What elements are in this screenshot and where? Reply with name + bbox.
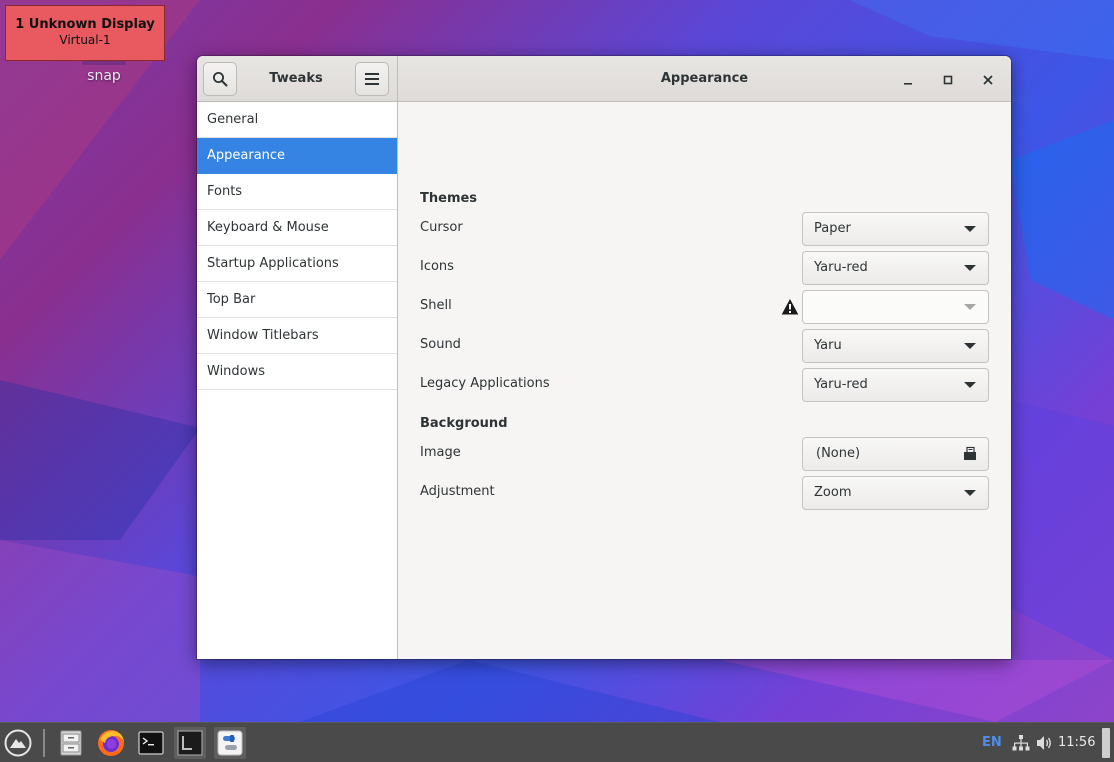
appearance-panel: Themes Cursor Paper Icons Yaru-red Shell…	[398, 102, 1011, 659]
image-label: Image	[420, 445, 461, 460]
chevron-down-icon	[964, 382, 976, 388]
legacy-applications-combo[interactable]: Yaru-red	[802, 368, 989, 402]
tweaks-window: Tweaks Appearance General Appearance Fon…	[197, 56, 1011, 659]
cursor-label: Cursor	[420, 220, 463, 235]
sound-combo[interactable]: Yaru	[802, 329, 989, 363]
close-icon	[983, 75, 993, 85]
warning-icon	[781, 299, 799, 315]
maximize-icon	[943, 75, 953, 85]
adjustment-combo[interactable]: Zoom	[802, 476, 989, 510]
terminal-window-task[interactable]	[174, 727, 206, 759]
sound-value: Yaru	[814, 338, 842, 353]
sidebar-item-window-titlebars[interactable]: Window Titlebars	[197, 318, 397, 354]
network-indicator[interactable]	[1010, 727, 1032, 759]
sidebar-item-startup-applications[interactable]: Startup Applications	[197, 246, 397, 282]
background-heading: Background	[420, 416, 508, 431]
terminal-icon	[138, 731, 164, 755]
legacy-applications-value: Yaru-red	[814, 377, 868, 392]
app-menu-icon	[4, 729, 32, 757]
hamburger-menu-icon	[365, 73, 379, 85]
volume-indicator[interactable]	[1033, 727, 1055, 759]
close-button[interactable]	[976, 68, 1000, 92]
chevron-down-icon	[964, 304, 976, 310]
tweaks-window-task[interactable]	[214, 727, 246, 759]
chevron-down-icon	[964, 490, 976, 496]
chevron-down-icon	[964, 226, 976, 232]
network-icon	[1012, 735, 1030, 751]
keyboard-layout-indicator[interactable]: EN	[982, 723, 1002, 762]
legacy-applications-label: Legacy Applications	[420, 376, 550, 391]
terminal-window-icon	[177, 730, 203, 756]
sidebar-item-appearance[interactable]: Appearance	[197, 138, 397, 174]
cursor-value: Paper	[814, 221, 851, 236]
image-file-chooser[interactable]: (None)	[802, 437, 989, 471]
minimize-button[interactable]	[896, 68, 920, 92]
volume-icon	[1037, 736, 1051, 750]
desktop-icon-label[interactable]: snap	[74, 68, 134, 84]
display-label-title: 1 Unknown Display	[15, 17, 155, 32]
icons-combo[interactable]: Yaru-red	[802, 251, 989, 285]
sidebar-item-windows[interactable]: Windows	[197, 354, 397, 390]
clock[interactable]: 11:56	[1058, 723, 1095, 762]
sidebar-title: Tweaks	[269, 71, 323, 86]
minimize-icon	[904, 83, 912, 85]
search-icon	[213, 72, 228, 87]
shell-combo[interactable]	[802, 290, 989, 324]
sidebar-item-keyboard-mouse[interactable]: Keyboard & Mouse	[197, 210, 397, 246]
chevron-down-icon	[964, 343, 976, 349]
taskbar-separator	[43, 729, 45, 757]
search-button[interactable]	[203, 62, 237, 96]
snap-folder-icon[interactable]	[82, 61, 126, 65]
display-label: 1 Unknown Display Virtual-1	[5, 5, 165, 61]
firefox-launcher[interactable]	[95, 727, 127, 759]
cursor-combo[interactable]: Paper	[802, 212, 989, 246]
themes-heading: Themes	[420, 191, 478, 206]
icons-label: Icons	[420, 259, 454, 274]
chevron-down-icon	[964, 265, 976, 271]
adjustment-label: Adjustment	[420, 484, 495, 499]
shell-label: Shell	[420, 298, 452, 313]
document-open-icon	[964, 446, 976, 460]
sidebar-header: Tweaks	[197, 56, 398, 102]
sound-label: Sound	[420, 337, 461, 352]
menu-button[interactable]	[355, 62, 389, 96]
file-manager-launcher[interactable]	[55, 727, 87, 759]
image-value: (None)	[816, 446, 861, 461]
taskbar: EN 11:56	[0, 722, 1114, 762]
firefox-icon	[98, 730, 124, 756]
icons-value: Yaru-red	[814, 260, 868, 275]
maximize-button[interactable]	[936, 68, 960, 92]
sidebar-item-fonts[interactable]: Fonts	[197, 174, 397, 210]
sidebar-item-top-bar[interactable]: Top Bar	[197, 282, 397, 318]
adjustment-value: Zoom	[814, 485, 852, 500]
show-desktop-button[interactable]	[1102, 728, 1110, 758]
app-menu-button[interactable]	[2, 727, 34, 759]
sidebar: General Appearance Fonts Keyboard & Mous…	[197, 102, 398, 659]
sidebar-item-general[interactable]: General	[197, 102, 397, 138]
tweaks-icon	[217, 730, 243, 756]
file-manager-icon	[60, 730, 82, 756]
display-label-subtitle: Virtual-1	[59, 33, 111, 47]
terminal-launcher[interactable]	[135, 727, 167, 759]
header-bar: Tweaks Appearance	[197, 56, 1011, 102]
